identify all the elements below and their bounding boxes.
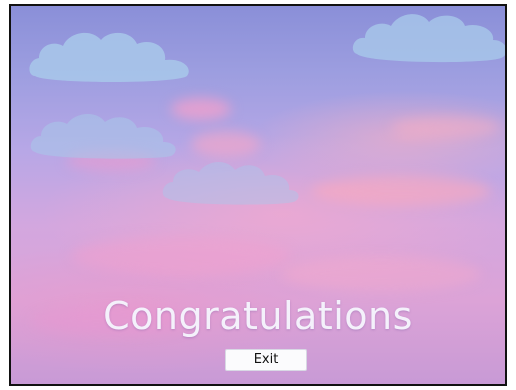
cloud-icon [30, 113, 176, 159]
cloud-icon [29, 32, 189, 82]
game-screen: Congratulations Exit [9, 4, 507, 386]
pink-cloud-wisp [71, 236, 291, 276]
exit-button[interactable]: Exit [225, 349, 307, 371]
pink-cloud-wisp [171, 98, 231, 120]
pink-cloud-wisp [311, 176, 491, 206]
pink-cloud-wisp [191, 131, 261, 157]
pink-cloud-wisp [281, 256, 481, 292]
pink-cloud-wisp [391, 116, 501, 138]
congratulations-title: Congratulations [103, 294, 413, 338]
cloud-icon [162, 161, 299, 205]
cloud-icon [352, 14, 505, 63]
